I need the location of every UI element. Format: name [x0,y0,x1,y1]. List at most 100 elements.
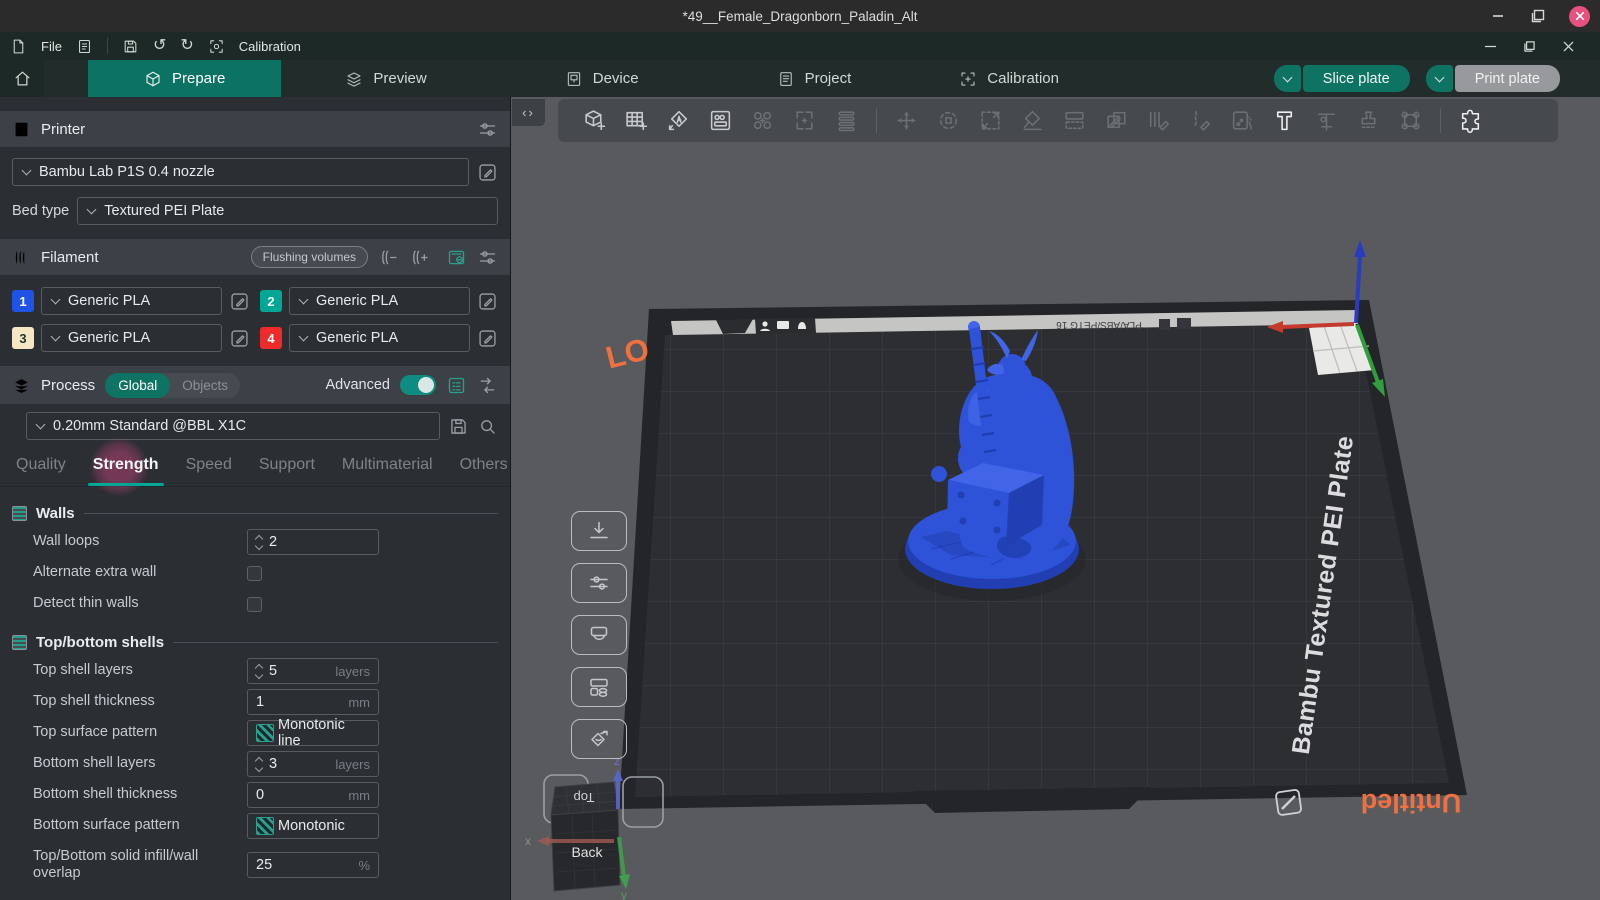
filament-4-color[interactable]: 4 [260,327,282,349]
split-to-objects-icon[interactable] [750,108,775,133]
process-tab-quality[interactable]: Quality [16,456,66,474]
print-plate-button[interactable]: Print plate [1426,65,1560,92]
seam-painting-icon[interactable] [1188,108,1213,133]
filament-3-color[interactable]: 3 [12,327,34,349]
tab-device[interactable]: Device [531,60,673,97]
filament-4-select[interactable]: Generic PLA [289,324,470,352]
redo-icon[interactable]: ↻ [180,38,193,54]
edit-filament-2-icon[interactable] [477,291,498,312]
print-dropdown[interactable] [1426,65,1453,92]
os-close-button[interactable] [1569,6,1590,27]
plate-name[interactable]: Untitled [1361,788,1462,818]
flatten-icon[interactable] [1020,108,1045,133]
edit-filament-1-icon[interactable] [229,291,250,312]
top-shell-thickness-input[interactable]: 1 mm [247,689,379,715]
app-close-button[interactable] [1561,39,1576,54]
assembly-view-icon[interactable] [834,108,859,133]
stepper-icon[interactable] [256,758,262,771]
drop-to-bed-button[interactable] [571,511,627,551]
flushing-volumes-button[interactable]: Flushing volumes [251,246,368,268]
tab-preview[interactable]: Preview [311,60,460,97]
filament-2-select[interactable]: Generic PLA [289,287,470,315]
edit-filament-3-icon[interactable] [229,328,250,349]
process-tab-strength[interactable]: Strength [93,456,159,474]
wall-loops-input[interactable]: 2 [247,529,379,555]
adjust-settings-button[interactable] [571,563,627,603]
top-surface-pattern-select[interactable]: Monotonic line [247,720,379,746]
app-minimize-button[interactable] [1483,39,1498,54]
process-tab-multimaterial[interactable]: Multimaterial [342,456,433,474]
file-menu[interactable]: File [41,39,62,54]
auto-orient-icon[interactable] [666,108,691,133]
save-icon[interactable] [122,38,139,55]
top-shell-layers-input[interactable]: 5 layers [247,658,379,684]
fuzzy-skin-icon[interactable] [1398,108,1423,133]
detect-thin-walls-checkbox[interactable] [247,597,262,612]
global-segment[interactable]: Global [105,373,170,398]
support-painting-icon[interactable] [1146,108,1171,133]
process-tab-support[interactable]: Support [259,456,315,474]
global-objects-switch[interactable]: Global Objects [105,373,240,398]
search-preset-icon[interactable] [477,416,498,437]
sidebar-collapse-handle[interactable]: ‹› [512,99,545,126]
save-preset-icon[interactable] [448,416,469,437]
edit-filament-4-icon[interactable] [477,328,498,349]
slice-dropdown[interactable] [1274,65,1301,92]
plate-tray-button[interactable] [571,615,627,655]
slice-plate-label[interactable]: Slice plate [1303,65,1410,92]
os-maximize-button[interactable] [1529,7,1547,25]
rotate-icon[interactable] [936,108,961,133]
calibration-menu[interactable]: Calibration [239,39,301,54]
bottom-shell-layers-input[interactable]: 3 layers [247,751,379,777]
orient-view-button[interactable] [571,719,627,759]
advanced-toggle[interactable] [400,375,436,395]
remove-filament-icon[interactable] [378,247,399,268]
color-painting-icon[interactable] [1230,108,1255,133]
process-tab-others[interactable]: Others [460,456,508,474]
ams-sync-icon[interactable] [446,247,467,268]
compare-presets-icon[interactable] [477,375,498,396]
cut-icon[interactable] [1062,108,1087,133]
printer-settings-icon[interactable] [477,119,498,140]
process-list-icon[interactable] [446,375,467,396]
filament-3-select[interactable]: Generic PLA [41,324,222,352]
measure-icon[interactable] [1314,108,1339,133]
stepper-icon[interactable] [256,665,262,678]
app-restore-button[interactable] [1522,39,1537,54]
move-icon[interactable] [894,108,919,133]
printer-preset-select[interactable]: Bambu Lab P1S 0.4 nozzle [12,158,469,186]
process-preset-select[interactable]: 0.20mm Standard @BBL X1C [26,412,440,440]
bottom-surface-pattern-select[interactable]: Monotonic [247,813,379,839]
tab-project[interactable]: Project [743,60,886,97]
scale-icon[interactable] [978,108,1003,133]
filament-settings-icon[interactable] [477,247,498,268]
text-tool-icon[interactable] [1272,108,1297,133]
print-plate-label[interactable]: Print plate [1455,65,1560,92]
add-object-icon[interactable] [582,108,607,133]
stepper-icon[interactable] [256,536,262,549]
filament-2-color[interactable]: 2 [260,290,282,312]
alternate-extra-wall-checkbox[interactable] [247,566,262,581]
split-to-parts-icon[interactable] [792,108,817,133]
os-minimize-button[interactable] [1489,7,1507,25]
process-tab-speed[interactable]: Speed [186,456,232,474]
emboss-icon[interactable] [1356,108,1381,133]
undo-icon[interactable]: ↺ [153,38,166,54]
plugin-icon[interactable] [1458,108,1483,133]
filament-1-select[interactable]: Generic PLA [41,287,222,315]
objects-segment[interactable]: Objects [170,378,240,393]
auto-arrange-icon[interactable] [708,108,733,133]
add-plate-icon[interactable] [624,108,649,133]
tab-calibration[interactable]: Calibration [925,60,1093,97]
bottom-shell-thickness-input[interactable]: 0 mm [247,782,379,808]
viewport-3d[interactable]: PLA/ABS/PETG 16 LO Bambu Textured PEI Pl… [511,97,1600,900]
notes-icon[interactable] [76,38,93,55]
slice-plate-button[interactable]: Slice plate [1274,65,1410,92]
calibration-icon[interactable] [208,38,225,55]
edit-printer-icon[interactable] [477,162,498,183]
add-filament-icon[interactable] [409,247,430,268]
mesh-boolean-icon[interactable] [1104,108,1129,133]
new-file-icon[interactable] [10,38,27,55]
home-button[interactable] [0,60,44,97]
tab-prepare[interactable]: Prepare [88,60,281,97]
